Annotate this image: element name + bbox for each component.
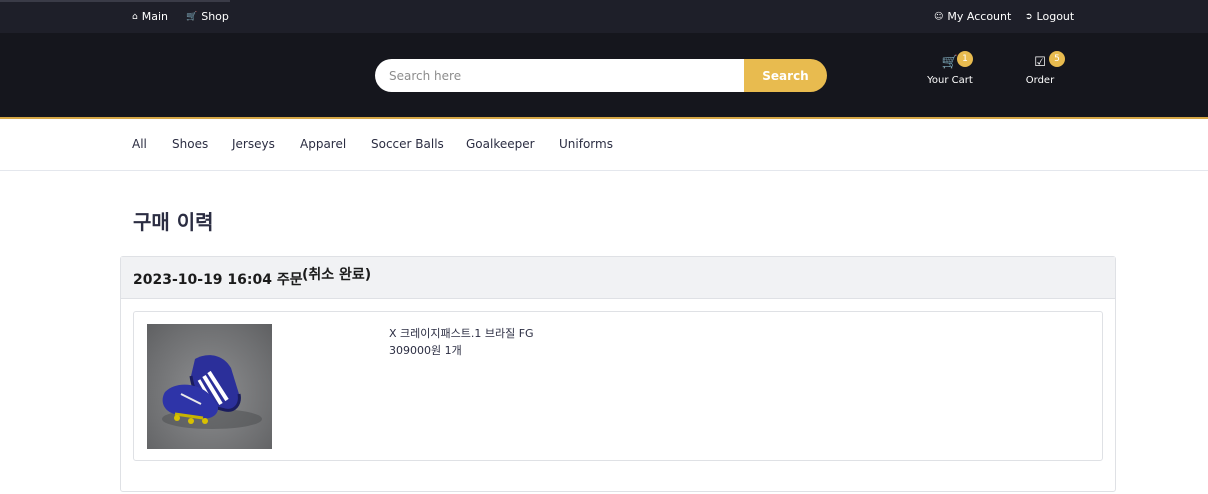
nav-item-jerseys[interactable]: Jerseys — [232, 137, 275, 151]
nav-item-uniforms[interactable]: Uniforms — [559, 137, 613, 151]
order-item: X 크레이지패스트.1 브라질 FG 309000원 1개 — [133, 311, 1103, 461]
order-status: (취소 완료) — [302, 267, 372, 283]
order-count-badge: 5 — [1049, 51, 1065, 67]
my-account-label: My Account — [947, 10, 1012, 23]
logout-icon: ➲ — [1025, 11, 1033, 22]
category-nav: All Shoes Jerseys Apparel Soccer Balls G… — [0, 119, 1208, 171]
soccer-shoe-image — [162, 355, 262, 429]
your-cart-label: Your Cart — [927, 75, 973, 86]
home-icon: ⌂ — [132, 11, 138, 22]
main-label: Main — [141, 10, 168, 23]
nav-item-soccer-balls[interactable]: Soccer Balls — [371, 137, 444, 151]
shop-link[interactable]: 🛒 Shop — [186, 10, 229, 23]
my-account-link[interactable]: ☺ My Account — [934, 10, 1011, 23]
cart-small-icon: 🛒 — [186, 11, 198, 22]
cart-icon: 🛒 — [941, 55, 959, 70]
item-name[interactable]: X 크레이지패스트.1 브라질 FG — [389, 325, 534, 341]
order-header: 2023-10-19 16:04 주문 (취소 완료) — [121, 257, 1115, 299]
nav-item-goalkeeper[interactable]: Goalkeeper — [466, 137, 535, 151]
search-button[interactable]: Search — [744, 59, 827, 92]
main-link[interactable]: ⌂ Main — [132, 10, 168, 23]
top-bar: ⌂ Main 🛒 Shop ☺ My Account ➲ Logout — [0, 0, 1208, 33]
nav-item-all[interactable]: All — [132, 137, 147, 151]
order-label: Order — [1025, 75, 1055, 86]
logout-link[interactable]: ➲ Logout — [1025, 10, 1074, 23]
order-button[interactable]: ☑ 5 Order — [1005, 51, 1075, 86]
item-price-quantity: 309000원 1개 — [389, 344, 462, 357]
user-icon: ☺ — [934, 11, 944, 22]
main-header: Search 🛒 1 Your Cart ☑ 5 Order — [0, 33, 1208, 117]
shop-label: Shop — [201, 10, 229, 23]
product-image[interactable] — [147, 324, 272, 449]
order-card: 2023-10-19 16:04 주문 (취소 완료) X 크레이지패스트.1 … — [120, 256, 1116, 492]
search-input[interactable] — [375, 59, 745, 92]
logout-label: Logout — [1036, 10, 1075, 23]
cart-count-badge: 1 — [957, 51, 973, 67]
nav-item-shoes[interactable]: Shoes — [172, 137, 208, 151]
top-strip — [0, 0, 230, 2]
nav-item-apparel[interactable]: Apparel — [300, 137, 346, 151]
order-date: 2023-10-19 16:04 주문 — [133, 272, 303, 288]
your-cart-button[interactable]: 🛒 1 Your Cart — [915, 51, 985, 86]
page-title: 구매 이력 — [133, 210, 214, 234]
search-form: Search — [375, 59, 827, 92]
